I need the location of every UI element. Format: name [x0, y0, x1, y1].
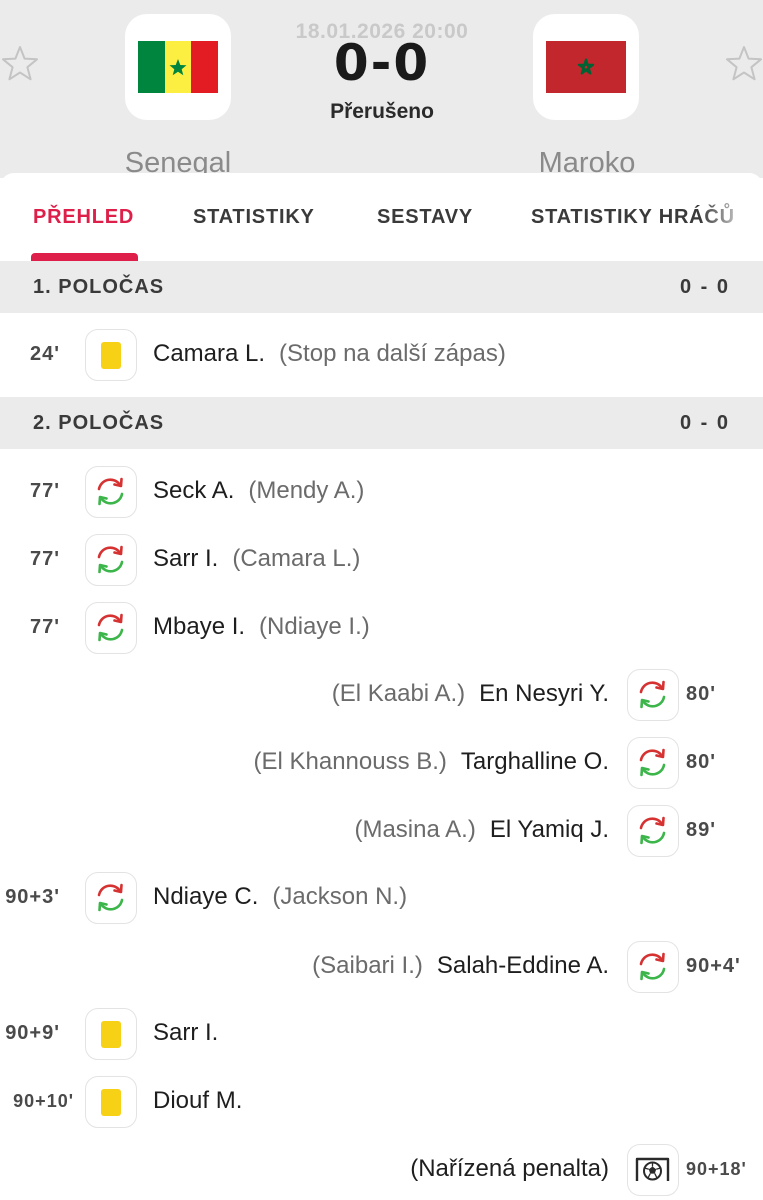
event-player[interactable]: En Nesyri Y. — [479, 680, 609, 707]
match-score: 0-0 — [333, 34, 431, 92]
event-time: 80' — [686, 683, 717, 705]
event-detail: (Nařízená penalta) — [410, 1155, 609, 1182]
tab-bar: PŘEHLED STATISTIKY SESTAVY STATISTIKY HR… — [0, 173, 763, 261]
event-time: 77' — [29, 480, 60, 502]
substitution-icon — [627, 941, 679, 993]
home-team-flag-card[interactable] — [125, 14, 231, 120]
event-row[interactable]: (Nařízená penalta) 90+18' — [0, 1136, 763, 1200]
event-detail: (Ndiaye I.) — [259, 613, 370, 640]
tab-lineups[interactable]: SESTAVY — [377, 206, 473, 229]
event-player[interactable]: Diouf M. — [153, 1087, 242, 1114]
event-row[interactable]: 90+3' Ndiaye C. (Jackson N.) — [0, 864, 763, 932]
event-time: 90+9' — [5, 1022, 60, 1044]
event-time: 89' — [686, 819, 717, 841]
event-player[interactable]: Targhalline O. — [461, 748, 609, 775]
section-title: 1. POLOČAS — [33, 276, 165, 298]
active-tab-indicator — [31, 253, 138, 261]
event-time: 77' — [29, 548, 60, 570]
tab-scroll-fade — [700, 173, 763, 261]
section-score: 0 - 0 — [679, 412, 730, 434]
substitution-icon — [85, 872, 137, 924]
substitution-icon — [85, 602, 137, 654]
event-row[interactable]: 24' Camara L. (Stop na další zápas) — [0, 321, 763, 389]
event-detail: (Masina A.) — [354, 816, 476, 843]
section-header-first-half: 1. POLOČAS 0 - 0 — [0, 261, 763, 313]
event-player[interactable]: Seck A. — [153, 477, 234, 504]
event-time: 24' — [29, 343, 60, 365]
event-row[interactable]: 77' Seck A. (Mendy A.) — [0, 458, 763, 526]
away-team-flag-card[interactable] — [533, 14, 639, 120]
event-row[interactable]: 77' Sarr I. (Camara L.) — [0, 526, 763, 594]
event-detail: (El Khannouss B.) — [253, 748, 447, 775]
event-player[interactable]: Salah-Eddine A. — [437, 952, 609, 979]
event-detail: (El Kaabi A.) — [331, 680, 466, 707]
event-row[interactable]: (Saibari I.) Salah-Eddine A. 90+4' — [0, 933, 763, 1001]
event-detail: (Jackson N.) — [272, 883, 408, 910]
event-row[interactable]: (El Kaabi A.) En Nesyri Y. 80' — [0, 661, 763, 729]
substitution-icon — [627, 669, 679, 721]
event-time: 90+10' — [13, 1091, 74, 1111]
event-row[interactable]: 90+10' Diouf M. — [0, 1068, 763, 1136]
event-row[interactable]: 77' Mbaye I. (Ndiaye I.) — [0, 594, 763, 662]
event-time: 90+4' — [686, 955, 741, 977]
event-player[interactable]: El Yamiq J. — [490, 816, 609, 843]
event-detail: (Saibari I.) — [312, 952, 423, 979]
section-title: 2. POLOČAS — [33, 412, 165, 434]
section-header-second-half: 2. POLOČAS 0 - 0 — [0, 397, 763, 449]
tab-overview[interactable]: PŘEHLED — [33, 206, 134, 229]
event-row[interactable]: (Masina A.) El Yamiq J. 89' — [0, 797, 763, 865]
event-detail: (Camara L.) — [232, 545, 361, 572]
event-row[interactable]: (El Khannouss B.) Targhalline O. 80' — [0, 729, 763, 797]
event-detail: (Stop na další zápas) — [279, 340, 506, 367]
yellow-card-icon — [85, 329, 137, 381]
senegal-flag-icon — [138, 41, 218, 93]
morocco-flag-icon — [546, 41, 626, 93]
substitution-icon — [85, 466, 137, 518]
event-time: 90+3' — [5, 886, 60, 908]
substitution-icon — [85, 534, 137, 586]
substitution-icon — [627, 737, 679, 789]
section-score: 0 - 0 — [679, 276, 730, 298]
tab-statistics[interactable]: STATISTIKY — [193, 206, 315, 229]
event-time: 80' — [686, 751, 717, 773]
match-status: Přerušeno — [330, 100, 434, 123]
substitution-icon — [627, 805, 679, 857]
favorite-star-icon-home[interactable] — [0, 44, 40, 88]
event-detail: (Mendy A.) — [248, 477, 365, 504]
match-header: 18.01.2026 20:00 0-0 Přerušeno Senegal M… — [0, 0, 763, 178]
event-player[interactable]: Sarr I. — [153, 545, 218, 572]
event-time: 77' — [29, 616, 60, 638]
event-row[interactable]: 90+9' Sarr I. — [0, 1000, 763, 1068]
event-player[interactable]: Sarr I. — [153, 1019, 218, 1046]
yellow-card-icon — [85, 1076, 137, 1128]
event-player[interactable]: Mbaye I. — [153, 613, 245, 640]
event-player[interactable]: Ndiaye C. — [153, 883, 258, 910]
yellow-card-icon — [85, 1008, 137, 1060]
favorite-star-icon-away[interactable] — [724, 44, 763, 88]
event-player[interactable]: Camara L. — [153, 340, 265, 367]
penalty-goal-icon — [627, 1144, 679, 1196]
event-time: 90+18' — [686, 1159, 747, 1179]
